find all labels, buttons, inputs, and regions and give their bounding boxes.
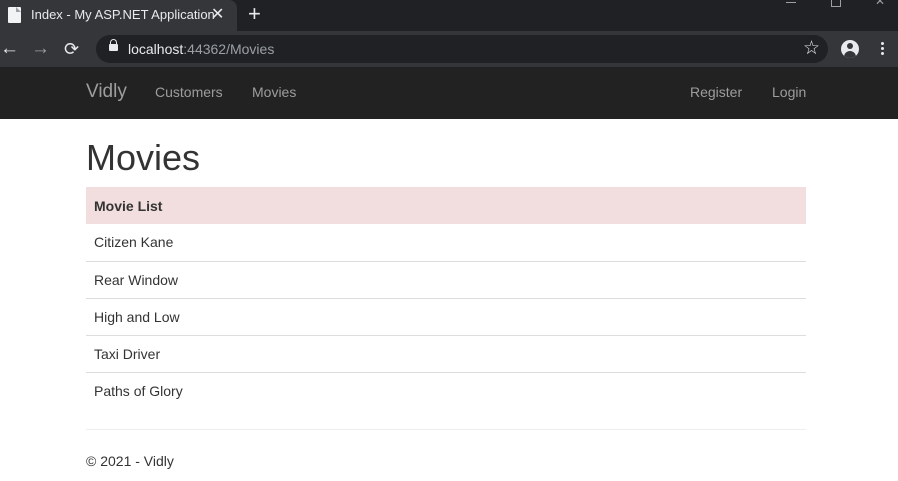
brand-link[interactable]: Vidly bbox=[86, 81, 127, 103]
address-bar[interactable]: localhost:44362/Movies ☆ bbox=[96, 35, 828, 63]
reload-icon[interactable]: ⟳ bbox=[64, 37, 79, 61]
table-row: Rear Window bbox=[86, 261, 806, 299]
nav-link-movies[interactable]: Movies bbox=[252, 84, 296, 100]
more-menu-icon[interactable] bbox=[881, 42, 884, 56]
movie-name: Paths of Glory bbox=[94, 382, 183, 399]
movie-name: Citizen Kane bbox=[86, 224, 806, 262]
maximize-icon[interactable] bbox=[831, 0, 841, 7]
movie-name: Taxi Driver bbox=[86, 335, 806, 373]
browser-toolbar: ← → ⟳ localhost:44362/Movies ☆ bbox=[0, 31, 898, 67]
nav-link-register[interactable]: Register bbox=[690, 84, 742, 100]
back-arrow-icon[interactable]: ← bbox=[0, 37, 19, 61]
lock-icon[interactable] bbox=[109, 39, 118, 51]
movie-name: Rear Window bbox=[86, 261, 806, 299]
footer-copyright: © 2021 - Vidly bbox=[86, 453, 174, 469]
close-tab-icon[interactable]: ✕ bbox=[211, 5, 224, 25]
page-icon bbox=[8, 7, 21, 23]
url-text[interactable]: localhost:44362/Movies bbox=[128, 41, 274, 57]
site-navbar: Vidly Customers Movies Register Login bbox=[0, 67, 898, 119]
table-header-movie-list: Movie List bbox=[86, 187, 806, 224]
table-row: Taxi Driver bbox=[86, 335, 806, 373]
forward-arrow-icon[interactable]: → bbox=[31, 37, 50, 61]
close-window-icon[interactable]: ✕ bbox=[875, 0, 885, 9]
footer-divider bbox=[86, 429, 806, 430]
tab-title: Index - My ASP.NET Application bbox=[31, 7, 215, 22]
nav-link-login[interactable]: Login bbox=[772, 84, 806, 100]
bookmark-star-icon[interactable]: ☆ bbox=[803, 37, 820, 61]
table-row: High and Low bbox=[86, 298, 806, 336]
browser-tab[interactable]: Index - My ASP.NET Application ✕ bbox=[0, 0, 237, 31]
movies-table: Movie List Citizen Kane Rear Window High… bbox=[86, 187, 806, 409]
table-row: Citizen Kane bbox=[86, 224, 806, 262]
minimize-icon[interactable] bbox=[786, 2, 796, 3]
browser-tabstrip: Index - My ASP.NET Application ✕ + ✕ bbox=[0, 0, 898, 31]
new-tab-icon[interactable]: + bbox=[248, 2, 261, 26]
movie-name: High and Low bbox=[86, 298, 806, 336]
page-title: Movies bbox=[86, 137, 201, 178]
table-row: Paths of Glory bbox=[86, 372, 806, 409]
profile-avatar-icon[interactable] bbox=[841, 40, 859, 58]
url-path: :44362/Movies bbox=[183, 41, 275, 57]
table-header-row: Movie List bbox=[86, 187, 806, 224]
nav-link-customers[interactable]: Customers bbox=[155, 84, 223, 100]
url-host: localhost bbox=[128, 41, 184, 57]
